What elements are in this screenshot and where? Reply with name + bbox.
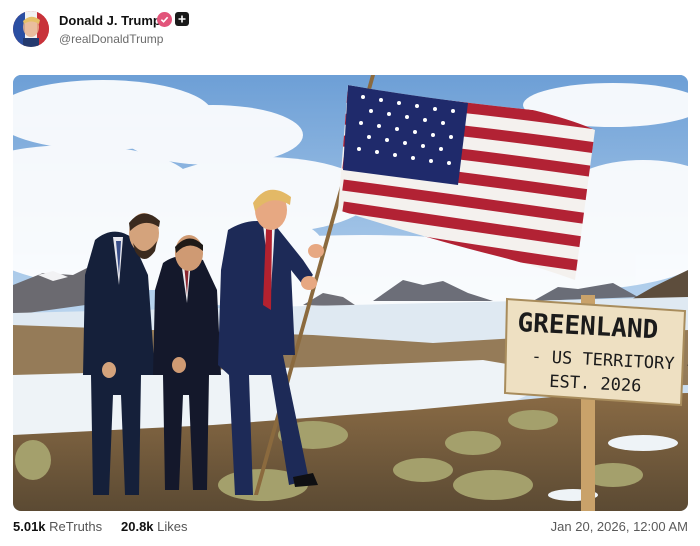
post-footer: 5.01k ReTruths 20.8k Likes Jan 20, 2026,…	[13, 519, 688, 537]
retruths-label: ReTruths	[49, 519, 103, 534]
likes-count: 20.8k	[121, 519, 154, 534]
post-image[interactable]: GREENLAND - US TERRITORY - EST. 2026	[13, 75, 688, 511]
likes-stat[interactable]: 20.8k Likes	[121, 519, 188, 534]
retruths-stat[interactable]: 5.01k ReTruths	[13, 519, 102, 534]
likes-label: Likes	[157, 519, 188, 534]
author-handle[interactable]: @realDonaldTrump	[59, 32, 163, 46]
avatar[interactable]	[13, 11, 49, 47]
plus-icon	[175, 12, 189, 26]
greenland-sign: GREENLAND - US TERRITORY - EST. 2026	[503, 297, 688, 407]
author-name[interactable]: Donald J. Trump	[59, 13, 161, 28]
post-timestamp[interactable]: Jan 20, 2026, 12:00 AM	[551, 519, 688, 534]
verified-badge-icon	[157, 12, 172, 27]
retruths-count: 5.01k	[13, 519, 46, 534]
